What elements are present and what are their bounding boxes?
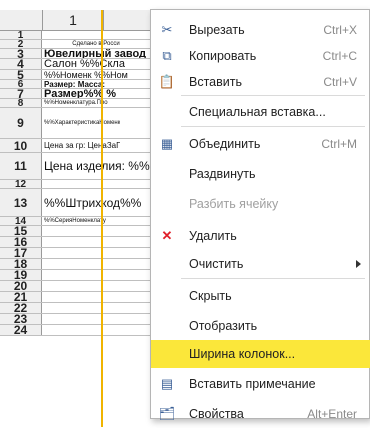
paste-icon: 📋 bbox=[158, 74, 176, 89]
context-menu: ✂ Вырезать Ctrl+X ⧉ Копировать Ctrl+C 📋 Вставит… bbox=[150, 9, 370, 421]
menu-item-2[interactable]: ⧉ Копировать Ctrl+C bbox=[151, 42, 370, 70]
cell-text: Салон %%Скла bbox=[44, 59, 125, 69]
row-number[interactable]: 13 bbox=[0, 189, 42, 216]
menu-item-label: Отобразить bbox=[189, 319, 258, 333]
menu-item-label: Удалить bbox=[189, 229, 237, 243]
row-number[interactable]: 12 bbox=[0, 179, 42, 190]
menu-item-6[interactable]: Раздвинуть bbox=[151, 160, 370, 188]
menu-item-label: Специальная вставка... bbox=[189, 105, 326, 119]
scissors-icon: ✂ bbox=[161, 22, 173, 37]
menu-item-5[interactable]: ▦ Объединить Ctrl+M bbox=[151, 130, 370, 158]
menu-separator bbox=[181, 126, 365, 127]
cell-text: Размер: Масса: bbox=[44, 80, 106, 88]
menu-item-13[interactable]: ▤ Вставить примечание bbox=[151, 370, 370, 398]
menu-item-7[interactable]: Разбить ячейку bbox=[151, 190, 370, 218]
cell-text: Ювелирный завод bbox=[44, 49, 147, 58]
merge-cells-icon: ▦ bbox=[160, 136, 174, 151]
menu-item-11[interactable]: Отобразить bbox=[151, 312, 370, 340]
menu-separator bbox=[181, 278, 365, 279]
cell-text: Сделано в Росси bbox=[72, 41, 120, 47]
menu-item-label: Разбить ячейку bbox=[189, 197, 279, 211]
menu-item-1[interactable]: ✂ Вырезать Ctrl+X bbox=[151, 16, 370, 44]
menu-item-label: Очистить bbox=[189, 257, 244, 271]
column-header-1[interactable]: 1 bbox=[42, 10, 104, 30]
menu-item-label: Скрыть bbox=[189, 289, 232, 303]
row-number[interactable]: 9 bbox=[0, 108, 42, 138]
cell-text: Размер%% % bbox=[44, 89, 117, 98]
cell-text: %%Номенклатура.Про bbox=[44, 100, 108, 106]
menu-item-label: Копировать bbox=[189, 49, 257, 63]
row-number[interactable]: 24 bbox=[0, 323, 42, 337]
menu-item-14[interactable]: 🗂 Свойства Alt+Enter bbox=[151, 400, 370, 428]
properties-icon: 🗂 bbox=[158, 406, 176, 421]
menu-item-shortcut: Alt+Enter bbox=[307, 407, 357, 421]
insert-note-icon: ▤ bbox=[160, 376, 174, 391]
menu-item-shortcut: Ctrl+V bbox=[323, 75, 357, 89]
column-boundary-highlight bbox=[101, 10, 103, 427]
menu-item-shortcut: Ctrl+C bbox=[322, 49, 357, 63]
menu-item-label: Вырезать bbox=[189, 23, 245, 37]
menu-item-9[interactable]: Очистить bbox=[151, 250, 370, 278]
menu-item-10[interactable]: Скрыть bbox=[151, 282, 370, 310]
menu-item-label: Вставить bbox=[189, 75, 242, 89]
row-number[interactable]: 11 bbox=[0, 153, 42, 179]
menu-item-8[interactable]: ✕ Удалить bbox=[151, 222, 370, 250]
menu-item-3[interactable]: 📋 Вставить Ctrl+V bbox=[151, 68, 370, 96]
row-number[interactable]: 8 bbox=[0, 98, 42, 109]
cell-text: Цена изделия: %%Це bbox=[44, 159, 166, 173]
menu-item-shortcut: Ctrl+X bbox=[323, 23, 357, 37]
delete-icon: ✕ bbox=[161, 228, 173, 243]
submenu-arrow-icon bbox=[356, 260, 361, 268]
menu-item-shortcut: Ctrl+M bbox=[321, 137, 357, 151]
cell-text: %%ХарактеристикаНоменк bbox=[44, 120, 121, 126]
menu-item-label: Свойства bbox=[189, 407, 244, 421]
menu-item-label: Ширина колонок... bbox=[189, 347, 296, 361]
cell-text: Цена за гр: ЦенаЗаГ bbox=[44, 141, 121, 150]
cell-text: %%Номенк %%Ном bbox=[44, 70, 128, 79]
menu-item-label: Раздвинуть bbox=[189, 167, 256, 181]
row-number[interactable]: 10 bbox=[0, 139, 42, 153]
copy-icon: ⧉ bbox=[162, 48, 172, 63]
menu-item-4[interactable]: Специальная вставка... bbox=[151, 98, 370, 126]
menu-item-label: Объединить bbox=[189, 137, 261, 151]
menu-item-label: Вставить примечание bbox=[189, 377, 316, 391]
cell-text: %%СерияНоменклату bbox=[44, 218, 106, 224]
cell-text: %%Штрихкод%% bbox=[44, 195, 142, 210]
menu-item-12[interactable]: Ширина колонок... bbox=[151, 340, 370, 368]
